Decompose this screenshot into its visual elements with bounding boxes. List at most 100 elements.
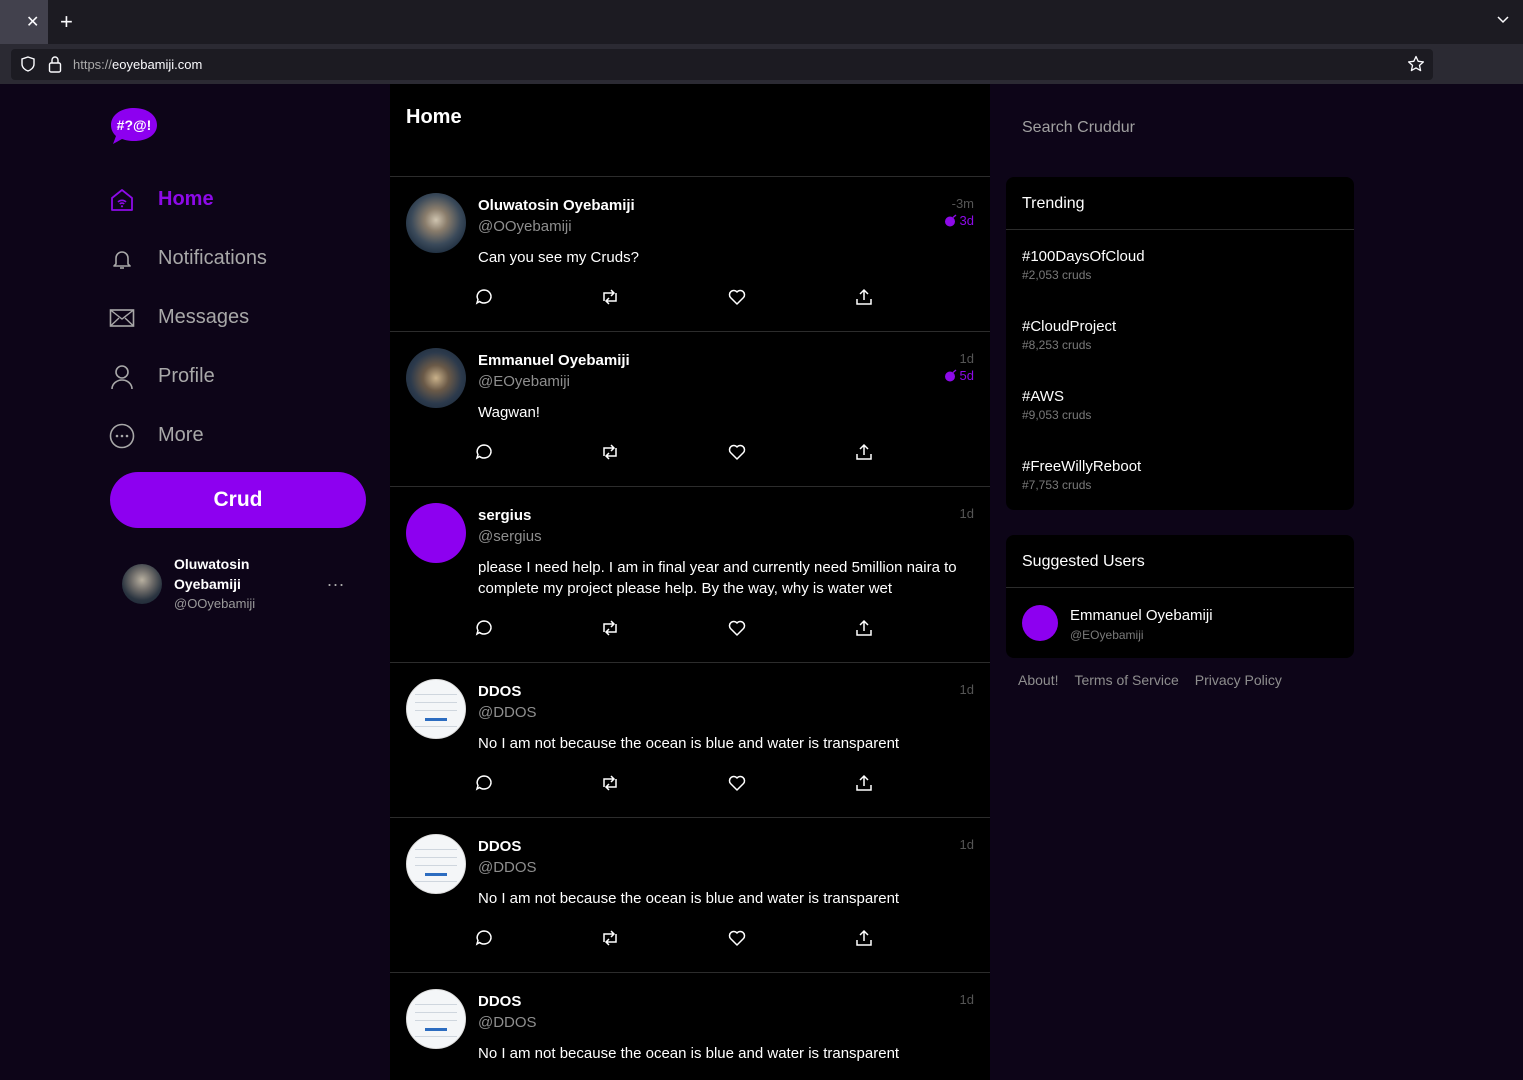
- footer-links: About! Terms of Service Privacy Policy: [1018, 672, 1282, 688]
- post-display-name[interactable]: sergius: [478, 507, 531, 524]
- heart-icon[interactable]: [727, 442, 747, 462]
- about-link[interactable]: About!: [1018, 672, 1058, 688]
- shield-icon[interactable]: [20, 56, 36, 72]
- trending-item[interactable]: #AWS #9,053 cruds: [1006, 370, 1354, 440]
- trending-tag: #100DaysOfCloud: [1022, 248, 1145, 265]
- new-tab-button[interactable]: +: [60, 8, 73, 36]
- post-handle[interactable]: @DDOS: [478, 1014, 537, 1031]
- avatar[interactable]: [406, 834, 466, 894]
- logo-text: #?@!: [117, 117, 152, 133]
- reply-icon[interactable]: [474, 287, 494, 307]
- privacy-link[interactable]: Privacy Policy: [1195, 672, 1282, 688]
- post-handle[interactable]: @OOyebamiji: [478, 218, 572, 235]
- reply-icon[interactable]: [474, 618, 494, 638]
- post-message: No I am not because the ocean is blue an…: [478, 890, 900, 907]
- trending-title: Trending: [1006, 177, 1354, 230]
- activity-item[interactable]: Oluwatosin Oyebamiji @OOyebamiji -3m 3d …: [390, 177, 990, 332]
- crud-button[interactable]: Crud: [110, 472, 366, 528]
- repost-icon[interactable]: [600, 287, 620, 307]
- trending-count: #8,253 cruds: [1022, 338, 1092, 352]
- bomb-icon: [944, 214, 956, 227]
- tab-close-icon[interactable]: ✕: [26, 12, 39, 32]
- main-nav: Home Notifications Messages Profile More: [108, 170, 368, 465]
- search-input[interactable]: [1006, 110, 1354, 146]
- activity-item[interactable]: DDOS @DDOS 1d No I am not because the oc…: [390, 973, 990, 1080]
- share-icon[interactable]: [854, 773, 874, 793]
- nav-notifications-label: Notifications: [158, 247, 267, 269]
- nav-messages[interactable]: Messages: [108, 288, 368, 347]
- cruddur-logo[interactable]: #?@!: [110, 106, 158, 146]
- nav-profile-label: Profile: [158, 365, 215, 387]
- share-icon[interactable]: [854, 928, 874, 948]
- avatar: [122, 564, 162, 604]
- heart-icon[interactable]: [727, 618, 747, 638]
- nav-notifications[interactable]: Notifications: [108, 229, 368, 288]
- post-actions: [474, 287, 874, 309]
- nav-home[interactable]: Home: [108, 170, 368, 229]
- home-feed: Home Oluwatosin Oyebamiji @OOyebamiji -3…: [390, 84, 990, 1080]
- browser-tab-bar: ✕ +: [0, 0, 1523, 44]
- current-user-card[interactable]: Oluwatosin Oyebamiji @OOyebamiji ...: [122, 554, 362, 616]
- address-bar[interactable]: https://eoyebamiji.com: [11, 49, 1433, 80]
- repost-icon[interactable]: [600, 928, 620, 948]
- avatar[interactable]: [406, 679, 466, 739]
- cruddur-app: #?@! Home Notifications Messages Profile…: [0, 84, 1523, 1080]
- post-expires: 5d: [944, 368, 974, 383]
- lock-icon[interactable]: [48, 55, 62, 73]
- share-icon[interactable]: [854, 442, 874, 462]
- trending-item[interactable]: #100DaysOfCloud #2,053 cruds: [1006, 230, 1354, 300]
- terms-link[interactable]: Terms of Service: [1074, 672, 1178, 688]
- share-icon[interactable]: [854, 618, 874, 638]
- reply-icon[interactable]: [474, 773, 494, 793]
- bookmark-star-icon[interactable]: [1407, 55, 1425, 73]
- post-display-name[interactable]: DDOS: [478, 993, 521, 1010]
- feed-header: Home: [390, 84, 990, 177]
- trending-panel: Trending #100DaysOfCloud #2,053 cruds #C…: [1006, 177, 1354, 510]
- heart-icon[interactable]: [727, 773, 747, 793]
- post-handle[interactable]: @DDOS: [478, 704, 537, 721]
- activity-item[interactable]: DDOS @DDOS 1d No I am not because the oc…: [390, 663, 990, 818]
- post-handle[interactable]: @EOyebamiji: [478, 373, 570, 390]
- avatar[interactable]: [406, 348, 466, 408]
- post-handle[interactable]: @sergius: [478, 528, 542, 545]
- nav-home-label: Home: [158, 188, 214, 210]
- heart-icon[interactable]: [727, 928, 747, 948]
- reply-icon[interactable]: [474, 442, 494, 462]
- post-display-name[interactable]: Emmanuel Oyebamiji: [478, 352, 630, 369]
- chevron-down-icon[interactable]: [1497, 14, 1509, 26]
- activity-item[interactable]: Emmanuel Oyebamiji @EOyebamiji 1d 5d Wag…: [390, 332, 990, 487]
- nav-profile[interactable]: Profile: [108, 347, 368, 406]
- bell-icon: [108, 245, 136, 273]
- suggested-user[interactable]: Emmanuel Oyebamiji @EOyebamiji: [1006, 588, 1354, 658]
- heart-icon[interactable]: [727, 287, 747, 307]
- post-display-name[interactable]: Oluwatosin Oyebamiji: [478, 197, 635, 214]
- post-handle[interactable]: @DDOS: [478, 859, 537, 876]
- avatar[interactable]: [406, 503, 466, 563]
- repost-icon[interactable]: [600, 618, 620, 638]
- page-title: Home: [406, 106, 462, 128]
- current-user-handle: @OOyebamiji: [174, 596, 256, 611]
- avatar[interactable]: [406, 193, 466, 253]
- post-display-name[interactable]: DDOS: [478, 838, 521, 855]
- post-display-name[interactable]: DDOS: [478, 683, 521, 700]
- trending-item[interactable]: #CloudProject #8,253 cruds: [1006, 300, 1354, 370]
- trending-count: #2,053 cruds: [1022, 268, 1092, 282]
- nav-more[interactable]: More: [108, 406, 368, 465]
- repost-icon[interactable]: [600, 773, 620, 793]
- user-menu-button[interactable]: ...: [327, 570, 345, 591]
- url-text[interactable]: https://eoyebamiji.com: [73, 57, 202, 72]
- activity-item[interactable]: DDOS @DDOS 1d No I am not because the oc…: [390, 818, 990, 973]
- trending-tag: #FreeWillyReboot: [1022, 458, 1142, 475]
- reply-icon[interactable]: [474, 928, 494, 948]
- browser-tab[interactable]: ✕: [0, 0, 48, 44]
- activity-item[interactable]: sergius @sergius 1d please I need help. …: [390, 487, 990, 663]
- trending-item[interactable]: #FreeWillyReboot #7,753 cruds: [1006, 440, 1354, 510]
- avatar: [1022, 605, 1058, 641]
- repost-icon[interactable]: [600, 442, 620, 462]
- avatar[interactable]: [406, 989, 466, 1049]
- post-message: Can you see my Cruds?: [478, 249, 639, 266]
- post-time: 1d: [959, 351, 974, 366]
- share-icon[interactable]: [854, 287, 874, 307]
- browser-nav-bar: https://eoyebamiji.com: [0, 44, 1523, 84]
- post-actions: [474, 928, 874, 950]
